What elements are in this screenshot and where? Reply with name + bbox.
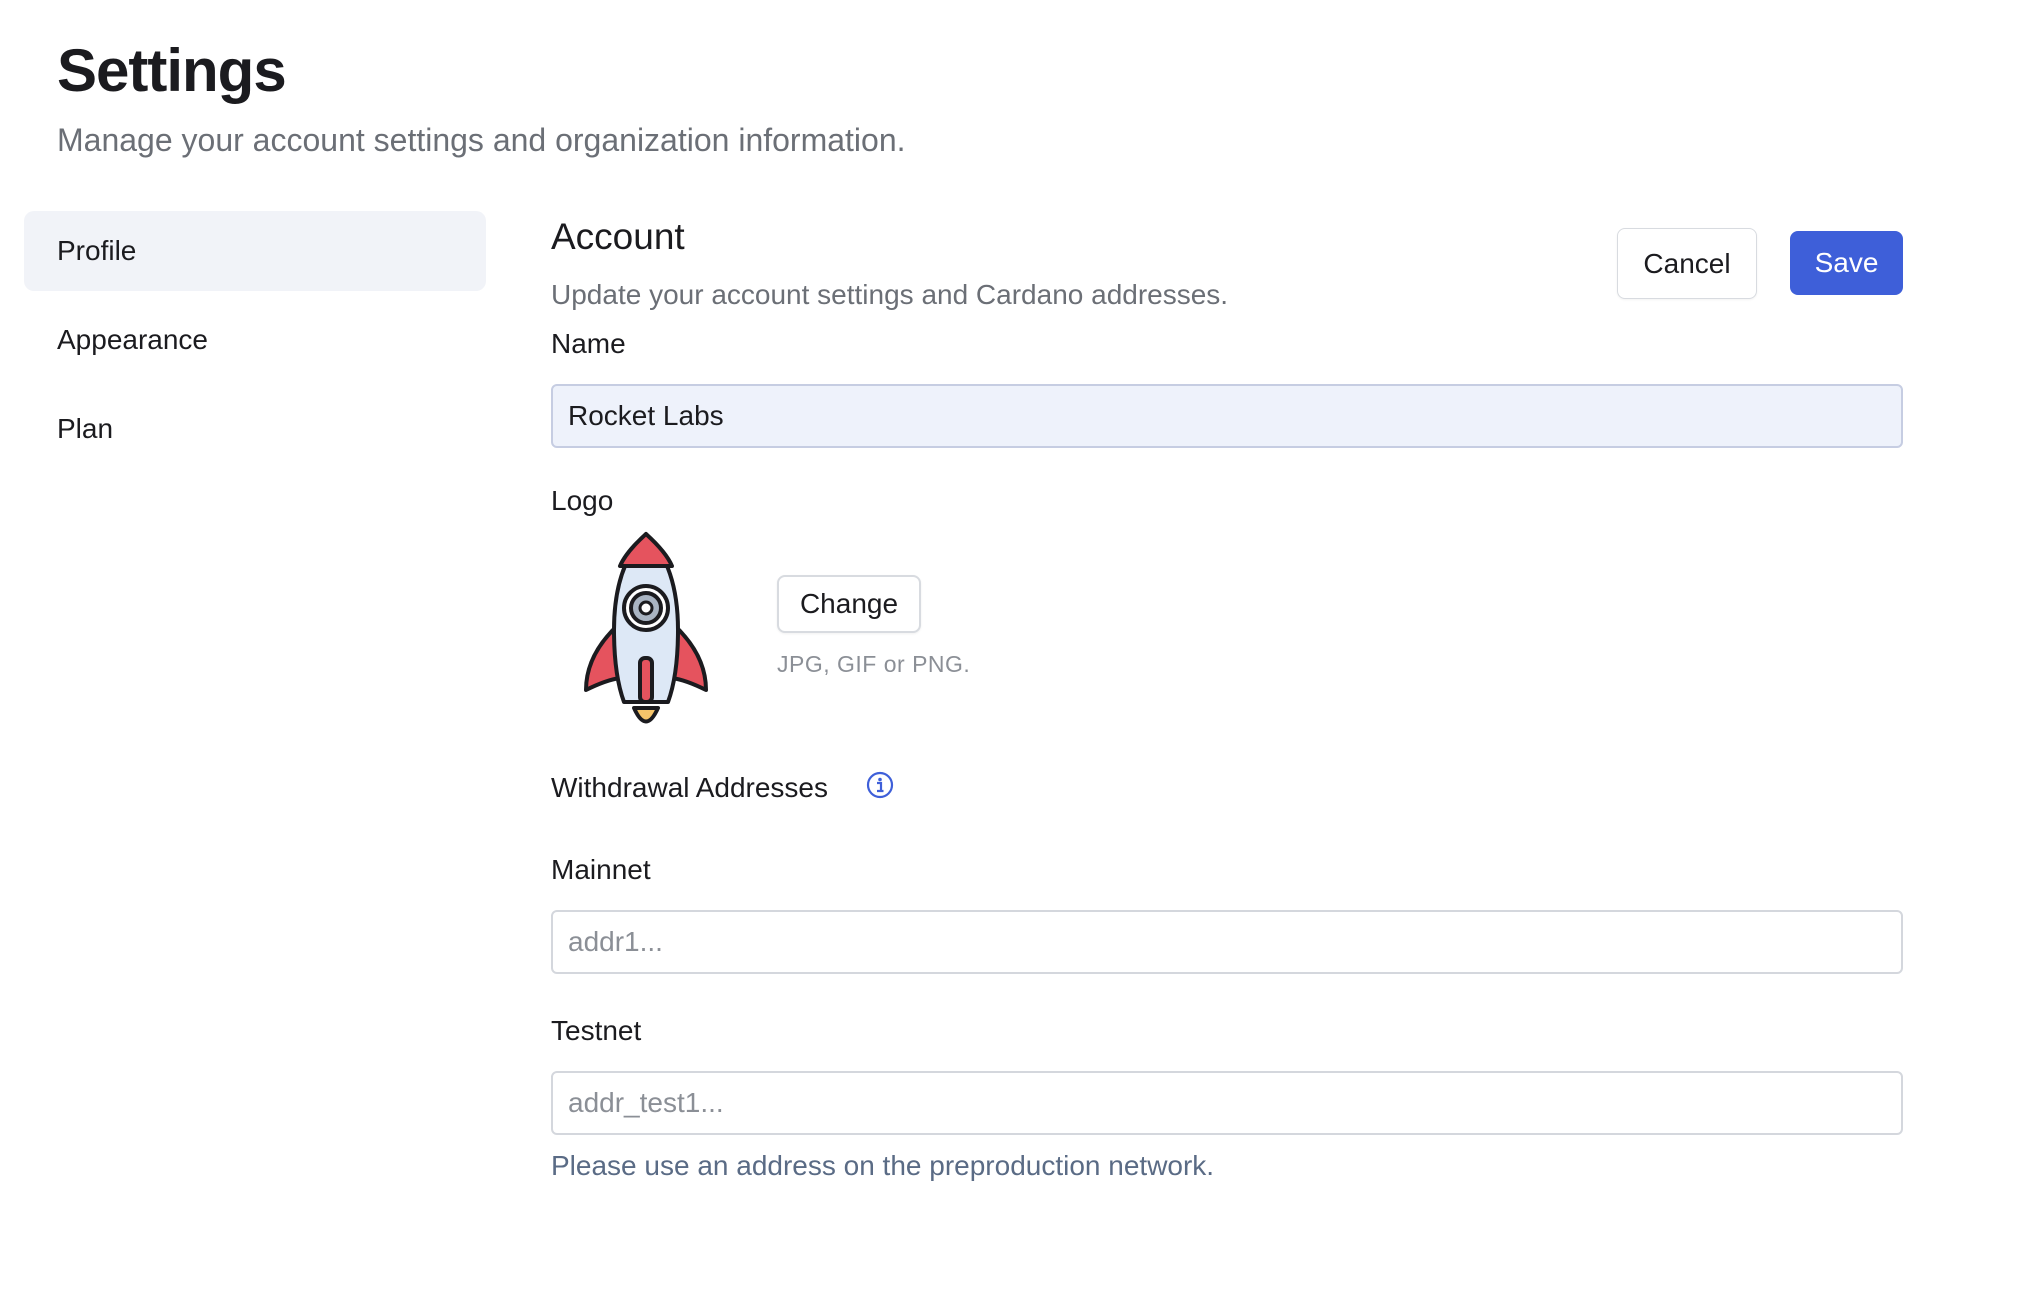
testnet-help-text: Please use an address on the preproducti… bbox=[551, 1150, 1215, 1181]
sidebar-item-profile[interactable]: Profile bbox=[24, 211, 486, 291]
mainnet-address-input[interactable] bbox=[551, 910, 1903, 974]
page-subtitle: Manage your account settings and organiz… bbox=[57, 122, 906, 158]
file-type-hint: JPG, GIF or PNG. bbox=[777, 651, 971, 677]
section-title: Account bbox=[551, 216, 685, 257]
page-title: Settings bbox=[57, 37, 287, 104]
sidebar-item-label: Plan bbox=[57, 413, 114, 444]
testnet-address-input[interactable] bbox=[551, 1071, 1903, 1135]
name-label: Name bbox=[551, 328, 626, 359]
withdrawal-addresses-label: Withdrawal Addresses bbox=[551, 772, 829, 803]
logo-label: Logo bbox=[551, 485, 614, 516]
change-logo-button[interactable]: Change bbox=[777, 575, 921, 633]
rocket-icon bbox=[576, 530, 716, 730]
sidebar-item-label: Profile bbox=[57, 235, 137, 266]
cancel-button[interactable]: Cancel bbox=[1617, 228, 1757, 299]
testnet-label: Testnet bbox=[551, 1015, 642, 1046]
name-input[interactable] bbox=[551, 384, 1903, 448]
sidebar-item-label: Appearance bbox=[57, 324, 209, 355]
section-description: Update your account settings and Cardano… bbox=[551, 279, 1229, 310]
info-icon[interactable] bbox=[866, 771, 894, 799]
mainnet-label: Mainnet bbox=[551, 854, 651, 885]
save-button[interactable]: Save bbox=[1790, 231, 1903, 295]
sidebar-item-plan[interactable]: Plan bbox=[24, 389, 486, 469]
settings-sidebar: Profile Appearance Plan bbox=[24, 211, 486, 478]
sidebar-item-appearance[interactable]: Appearance bbox=[24, 300, 486, 380]
